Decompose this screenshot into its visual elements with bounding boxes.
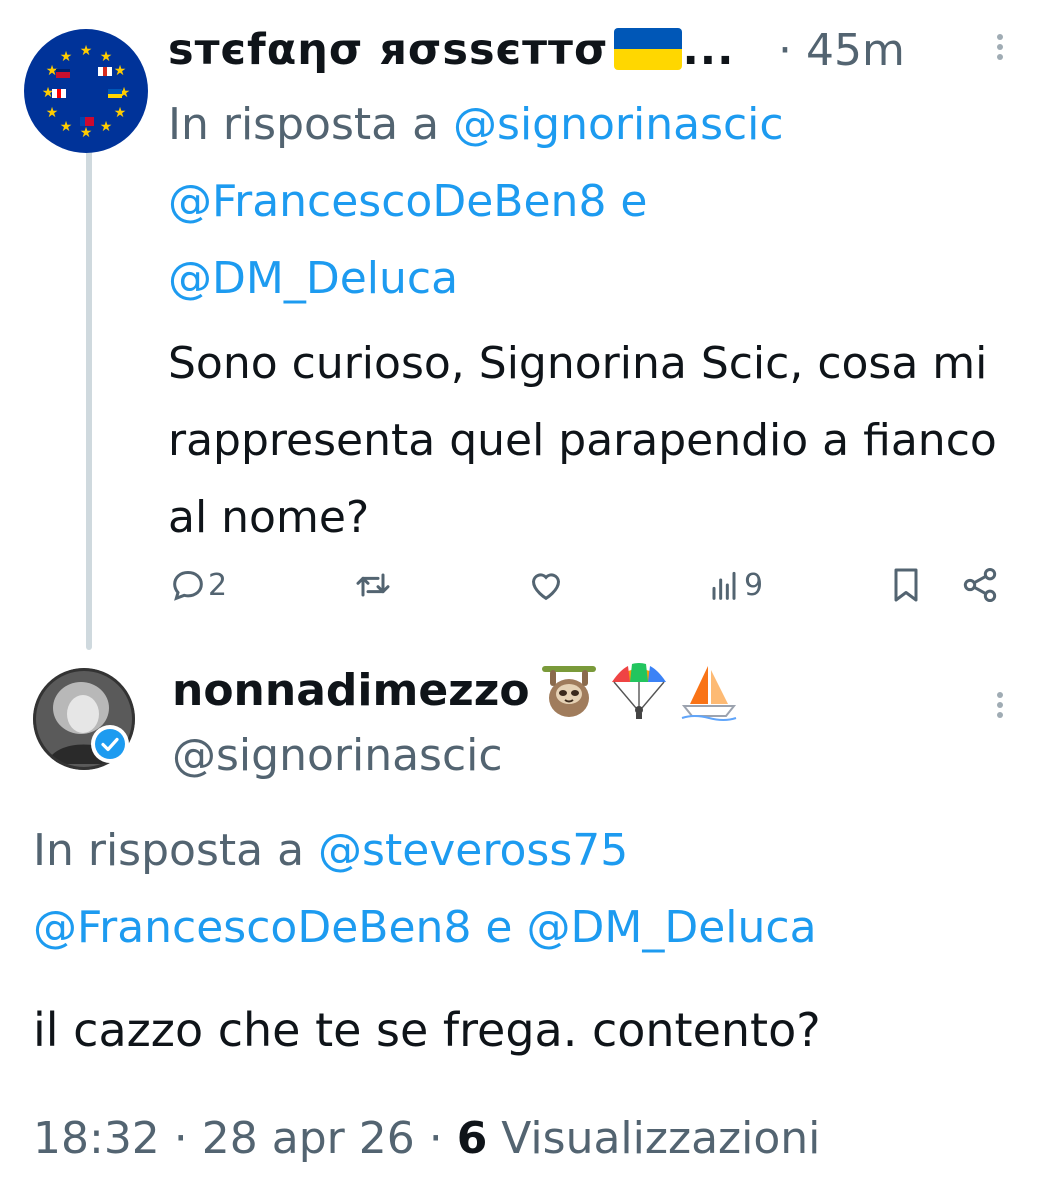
tweet-actions: 2 9 [168, 560, 1018, 610]
tweet-timestamp[interactable]: · 45m [778, 26, 905, 76]
views-count: 9 [744, 567, 764, 603]
svg-text:★: ★ [60, 49, 73, 65]
views-count: 6 [456, 1113, 488, 1164]
reply-prefix: In risposta a [33, 825, 319, 876]
reply-icon [173, 570, 203, 601]
reply-count: 2 [208, 567, 228, 603]
eu-flag-avatar-icon: ★ ★ ★ ★ ★ ★ ★ ★ ★ ★ ★ ★ [24, 29, 148, 153]
ukraine-flag-icon [614, 28, 683, 70]
mention-link[interactable]: @steveross75 [318, 825, 628, 876]
svg-text:★: ★ [60, 119, 73, 135]
tweet-text: Sono curioso, Signorina Scic, cosa mi ra… [168, 338, 997, 543]
svg-text:★: ★ [80, 125, 93, 141]
mention-link[interactable]: @DM_Deluca [168, 253, 458, 304]
svg-text:★: ★ [114, 63, 127, 79]
mention-link[interactable]: @DM_Deluca [526, 902, 816, 953]
reply-joiner: e [606, 176, 648, 227]
more-options-icon[interactable] [985, 688, 1015, 732]
parachute-icon [608, 660, 670, 722]
analytics-icon [712, 571, 736, 600]
display-name-text: ѕтєfαησ яσѕѕєттσ [168, 25, 609, 75]
meta-separator: · [414, 1113, 457, 1164]
share-button[interactable] [960, 560, 1000, 610]
tweet-date[interactable]: 28 apr 26 [202, 1113, 415, 1164]
reply-joiner: e [471, 902, 527, 953]
reply-context: In risposta a @signorinascic @FrancescoD… [168, 86, 1028, 317]
mention-link[interactable]: @FrancescoDeBen8 [168, 176, 606, 227]
avatar[interactable]: ★ ★ ★ ★ ★ ★ ★ ★ ★ ★ ★ ★ [24, 29, 148, 153]
heart-icon [531, 573, 561, 601]
time-text: 45m [806, 25, 905, 76]
tweet-time[interactable]: 18:32 [33, 1113, 160, 1164]
like-button[interactable] [526, 560, 566, 610]
reply-button[interactable]: 2 [168, 560, 227, 610]
retweet-icon [356, 573, 390, 597]
bookmark-button[interactable] [886, 560, 926, 610]
svg-text:★: ★ [80, 43, 93, 59]
mention-link[interactable]: @signorinascic [453, 99, 784, 150]
svg-text:★: ★ [100, 119, 113, 135]
reply-prefix: In risposta a [168, 99, 454, 150]
more-options-icon[interactable] [985, 30, 1015, 74]
mention-link[interactable]: @FrancescoDeBen8 [33, 902, 471, 953]
display-name[interactable]: nonnadimezzo [172, 660, 740, 722]
views-label: Visualizzazioni [487, 1113, 821, 1164]
svg-text:★: ★ [114, 105, 127, 121]
tweet-meta: 18:32 · 28 apr 26 · 6 Visualizzazioni [33, 1106, 820, 1172]
share-icon [963, 568, 997, 602]
verified-badge-icon [90, 724, 130, 764]
name-ellipsis: ... [682, 25, 735, 75]
thread-connector-line [86, 142, 92, 650]
tweet-text: il cazzo che te se frega. contento? [33, 1003, 821, 1057]
bookmark-icon [894, 568, 918, 602]
svg-text:★: ★ [100, 49, 113, 65]
display-name[interactable]: ѕтєfαησ яσѕѕєттσ... [168, 24, 734, 76]
reply-context: In risposta a @steveross75 @FrancescoDeB… [33, 812, 1033, 966]
sloth-icon [538, 660, 600, 722]
meta-separator: · [159, 1113, 202, 1164]
views-button[interactable]: 9 [704, 560, 763, 610]
retweet-button[interactable] [353, 560, 393, 610]
sailboat-icon [678, 660, 740, 722]
display-name-text: nonnadimezzo [172, 665, 530, 716]
svg-text:★: ★ [46, 105, 59, 121]
user-handle[interactable]: @signorinascic [172, 728, 503, 784]
time-separator: · [778, 25, 792, 76]
